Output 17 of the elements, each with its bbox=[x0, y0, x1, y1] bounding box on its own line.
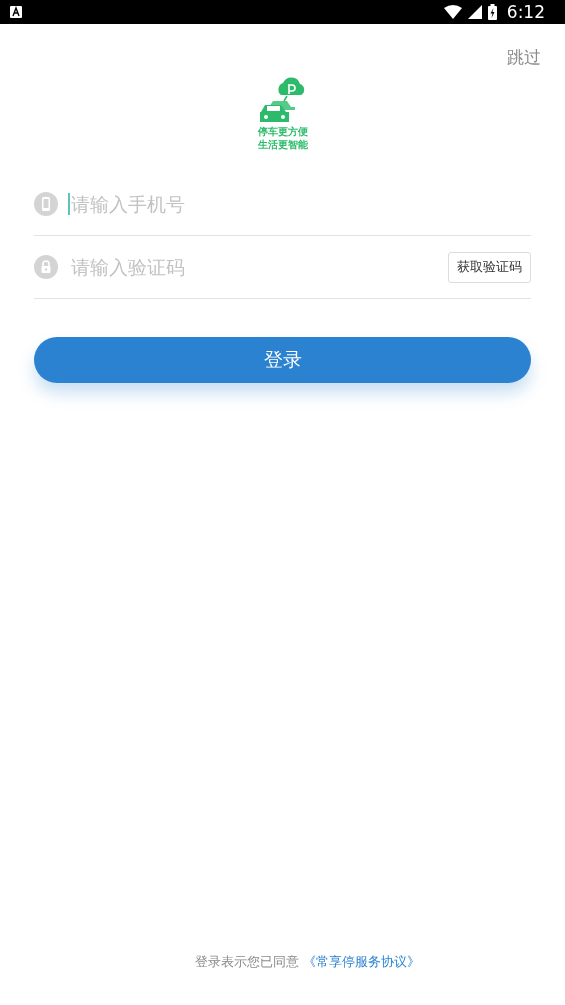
agreement-link[interactable]: 《常享停服务协议》 bbox=[303, 953, 420, 971]
get-code-button[interactable]: 获取验证码 bbox=[448, 251, 531, 283]
phone-icon bbox=[34, 192, 58, 216]
agreement-text: 登录表示您已同意 bbox=[195, 953, 299, 971]
skip-button[interactable]: 跳过 bbox=[507, 46, 541, 69]
phone-field[interactable]: 请输入手机号 bbox=[68, 193, 531, 215]
login-button[interactable]: 登录 bbox=[34, 337, 531, 383]
app-notification-icon bbox=[10, 6, 22, 18]
battery-icon bbox=[487, 4, 497, 20]
car-parking-logo-icon bbox=[258, 75, 307, 125]
wifi-icon bbox=[443, 5, 462, 19]
logo-slogan: 停车更方便 bbox=[257, 125, 308, 138]
logo-slogan: 生活更智能 bbox=[257, 138, 308, 151]
code-field[interactable]: 请输入验证码 bbox=[68, 256, 438, 278]
lock-icon bbox=[34, 255, 58, 279]
signal-icon bbox=[467, 5, 482, 19]
status-time: 6:12 bbox=[506, 2, 545, 22]
